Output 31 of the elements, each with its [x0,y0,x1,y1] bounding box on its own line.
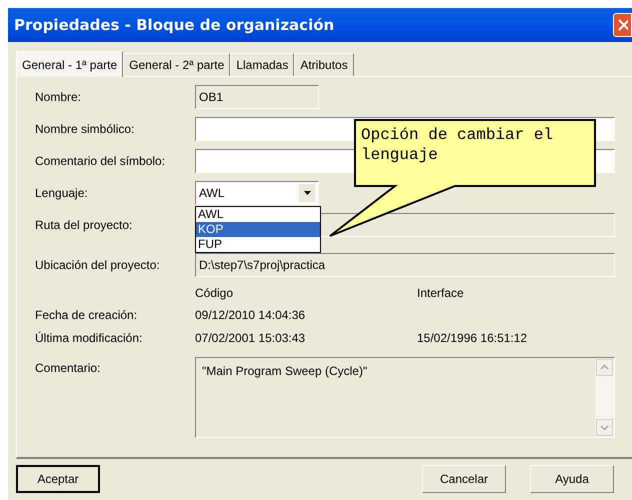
dropdown-option[interactable]: AWL [196,207,320,222]
date-value: 15/02/1996 16:51:12 [417,330,528,346]
comment-text: "Main Program Sweep (Cycle)" [201,363,368,380]
language-dropdown[interactable]: AWL [195,181,319,205]
field-label: Nombre simbólico: [35,121,136,138]
field-label: Comentario del símbolo: [35,153,166,170]
window-title: Propiedades - Bloque de organización [14,14,336,36]
date-label: Última modificación: [35,330,144,346]
dialog-button[interactable]: Ayuda [530,465,614,493]
dialog-button[interactable]: Aceptar [16,465,100,493]
callout-text: Opción de cambiar el lenguaje [361,125,554,165]
tab[interactable]: Atributos [294,53,354,76]
dialog-button[interactable]: Cancelar [422,465,506,493]
readonly-field: OB1 [195,85,319,109]
dropdown-option[interactable]: FUP [196,237,320,252]
column-header: Interface [417,285,465,302]
date-value: 07/02/2001 15:03:43 [195,330,306,346]
field-label: Ubicación del proyecto: [35,257,161,274]
column-header: Código [195,285,234,302]
field-label: Ruta del proyecto: [35,217,134,234]
tab[interactable]: Llamadas [230,53,294,76]
dropdown-option[interactable]: KOP [196,222,320,237]
date-value: 09/12/2010 14:04:36 [195,306,306,324]
field-label: Nombre: [35,89,82,106]
field-label: Lenguaje: [35,185,89,202]
date-label: Fecha de creación: [35,306,138,324]
readonly-field: D:\step7\s7proj\practica [195,253,615,277]
field-label: Comentario: [35,360,102,377]
tab[interactable]: General - 1ª parte [16,51,124,77]
tab[interactable]: General - 2ª parte [123,53,230,76]
comment-field[interactable]: "Main Program Sweep (Cycle)" [195,357,615,438]
